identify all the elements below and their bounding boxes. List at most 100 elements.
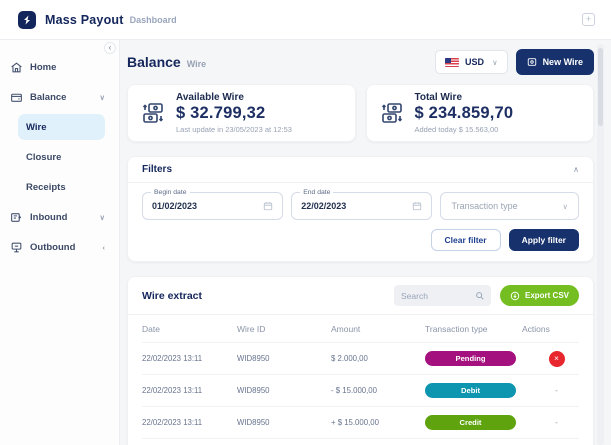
column-header-wire-id: Wire ID — [237, 324, 331, 334]
sidebar-item-label: Balance — [30, 92, 66, 103]
cell-date: 22/02/2023 13:11 — [142, 418, 237, 427]
cell-wire-id: WID8950 — [237, 386, 331, 395]
chevron-left-icon: ‹ — [103, 243, 106, 252]
outbound-icon — [10, 241, 23, 254]
chevron-down-icon: ∨ — [492, 58, 498, 67]
wire-transfer-icon — [380, 101, 404, 125]
sidebar-item-label: Wire — [26, 122, 47, 133]
end-date-input[interactable] — [301, 201, 386, 211]
sidebar-item-wire[interactable]: Wire — [18, 114, 105, 140]
wire-extract-panel: Wire extract Export CSV — [127, 276, 594, 445]
sidebar-item-outbound[interactable]: Outbound ‹ — [0, 232, 119, 262]
card-caption: Last update in 23/05/2023 at 12:53 — [176, 125, 292, 134]
begin-date-field[interactable]: Begin date — [142, 192, 283, 220]
cell-amount: $ 2.000,00 — [331, 354, 425, 363]
card-title: Total Wire — [415, 92, 514, 103]
window-control-icon[interactable]: + — [582, 13, 595, 26]
export-csv-label: Export CSV — [525, 291, 569, 300]
scrollbar-track — [597, 44, 604, 445]
chevron-down-icon: ∨ — [100, 213, 106, 222]
sidebar-item-label: Inbound — [30, 212, 67, 223]
transaction-type-placeholder: Transaction type — [451, 201, 517, 211]
topbar: Mass Payout Dashboard + — [0, 0, 611, 40]
new-wire-icon — [527, 57, 537, 67]
calendar-icon[interactable] — [412, 201, 422, 211]
card-caption: Added today $ 15.563,00 — [415, 125, 514, 134]
sidebar-item-receipts[interactable]: Receipts — [0, 172, 119, 202]
status-badge: Debit — [425, 383, 516, 398]
card-title: Available Wire — [176, 92, 292, 103]
chevron-down-icon: ∨ — [100, 93, 106, 102]
main-content: Balance Wire USD ∨ New Wire — [120, 40, 611, 445]
table-header-row: Date Wire ID Amount Transaction type Act… — [142, 315, 579, 342]
cell-date: 22/02/2023 13:11 — [142, 386, 237, 395]
export-csv-button[interactable]: Export CSV — [500, 285, 579, 306]
download-icon — [510, 291, 520, 301]
search-input[interactable] — [401, 291, 475, 301]
table-row: 22/02/2023 13:11 WID8950 $ 2.000,00 Pend… — [142, 342, 579, 374]
search-box[interactable] — [394, 285, 491, 306]
wallet-icon — [10, 91, 23, 104]
filters-panel: Filters ∧ Begin date End date — [127, 156, 594, 262]
sidebar: ‹ Home Balance ∨ Wire Closure — [0, 40, 120, 445]
cell-amount: - $ 15.000,00 — [331, 386, 425, 395]
table-row: 22/02/2023 13:11 WID8950 + $ 15.000,00 C… — [142, 406, 579, 438]
wire-extract-title: Wire extract — [142, 290, 202, 302]
begin-date-label: Begin date — [151, 189, 190, 196]
sidebar-item-label: Closure — [26, 152, 61, 163]
brand-subtitle: Dashboard — [130, 15, 177, 25]
brand-title: Mass Payout — [45, 13, 124, 27]
chevron-down-icon: ∨ — [563, 202, 569, 211]
sidebar-collapse-button[interactable]: ‹ — [104, 42, 116, 54]
scrollbar-thumb[interactable] — [598, 48, 603, 126]
end-date-label: End date — [300, 189, 333, 196]
cell-date: 22/02/2023 13:11 — [142, 354, 237, 363]
transaction-type-select[interactable]: Transaction type ∨ — [440, 192, 579, 220]
cell-wire-id: WID8950 — [237, 418, 331, 427]
status-badge: Credit — [425, 415, 516, 430]
cancel-wire-button[interactable]: × — [549, 351, 565, 367]
page-header: Balance Wire USD ∨ New Wire — [127, 40, 594, 84]
wire-extract-table: Date Wire ID Amount Transaction type Act… — [128, 314, 593, 445]
inbound-icon — [10, 211, 23, 224]
column-header-actions: Actions — [516, 324, 579, 334]
usa-flag-icon — [445, 58, 459, 67]
brand-logo-icon — [18, 11, 36, 29]
filters-title: Filters — [142, 164, 172, 175]
wire-transfer-icon — [141, 101, 165, 125]
new-wire-button[interactable]: New Wire — [516, 49, 594, 75]
clear-filter-button[interactable]: Clear filter — [431, 229, 501, 251]
currency-value: USD — [465, 57, 484, 67]
column-header-amount: Amount — [331, 324, 425, 334]
sidebar-item-inbound[interactable]: Inbound ∨ — [0, 202, 119, 232]
card-amount: $ 32.799,32 — [176, 104, 292, 123]
table-row: 22/02/2023 13:11 WID8950 - $ 15.000,00 D… — [142, 374, 579, 406]
currency-select[interactable]: USD ∨ — [435, 50, 508, 74]
sidebar-item-label: Receipts — [26, 182, 66, 193]
page-title: Balance — [127, 54, 181, 70]
apply-filter-button[interactable]: Apply filter — [509, 229, 579, 251]
end-date-field[interactable]: End date — [291, 192, 432, 220]
cell-wire-id: WID8950 — [237, 354, 331, 363]
cell-action-empty: - — [516, 418, 579, 427]
available-wire-card: Available Wire $ 32.799,32 Last update i… — [127, 84, 356, 142]
sidebar-item-label: Outbound — [30, 242, 75, 253]
collapse-chevron-up-icon[interactable]: ∧ — [573, 165, 579, 174]
search-icon — [475, 291, 485, 301]
column-header-transaction-type: Transaction type — [425, 324, 516, 334]
sidebar-item-label: Home — [30, 62, 56, 73]
total-wire-card: Total Wire $ 234.859,70 Added today $ 15… — [366, 84, 595, 142]
begin-date-input[interactable] — [152, 201, 237, 211]
sidebar-item-home[interactable]: Home — [0, 52, 119, 82]
summary-cards: Available Wire $ 32.799,32 Last update i… — [127, 84, 594, 142]
calendar-icon[interactable] — [263, 201, 273, 211]
sidebar-item-balance[interactable]: Balance ∨ — [0, 82, 119, 112]
sidebar-item-closure[interactable]: Closure — [0, 142, 119, 172]
column-header-date: Date — [142, 324, 237, 334]
table-row: 22/02/2023 13:11 WID8950 - $ 15.000,00 T… — [142, 438, 579, 445]
app-window: Mass Payout Dashboard + ‹ Home Balance ∨ — [0, 0, 611, 445]
filters-header: Filters ∧ — [128, 157, 593, 183]
wire-extract-header: Wire extract Export CSV — [128, 277, 593, 314]
cell-action-empty: - — [516, 386, 579, 395]
card-amount: $ 234.859,70 — [415, 104, 514, 123]
